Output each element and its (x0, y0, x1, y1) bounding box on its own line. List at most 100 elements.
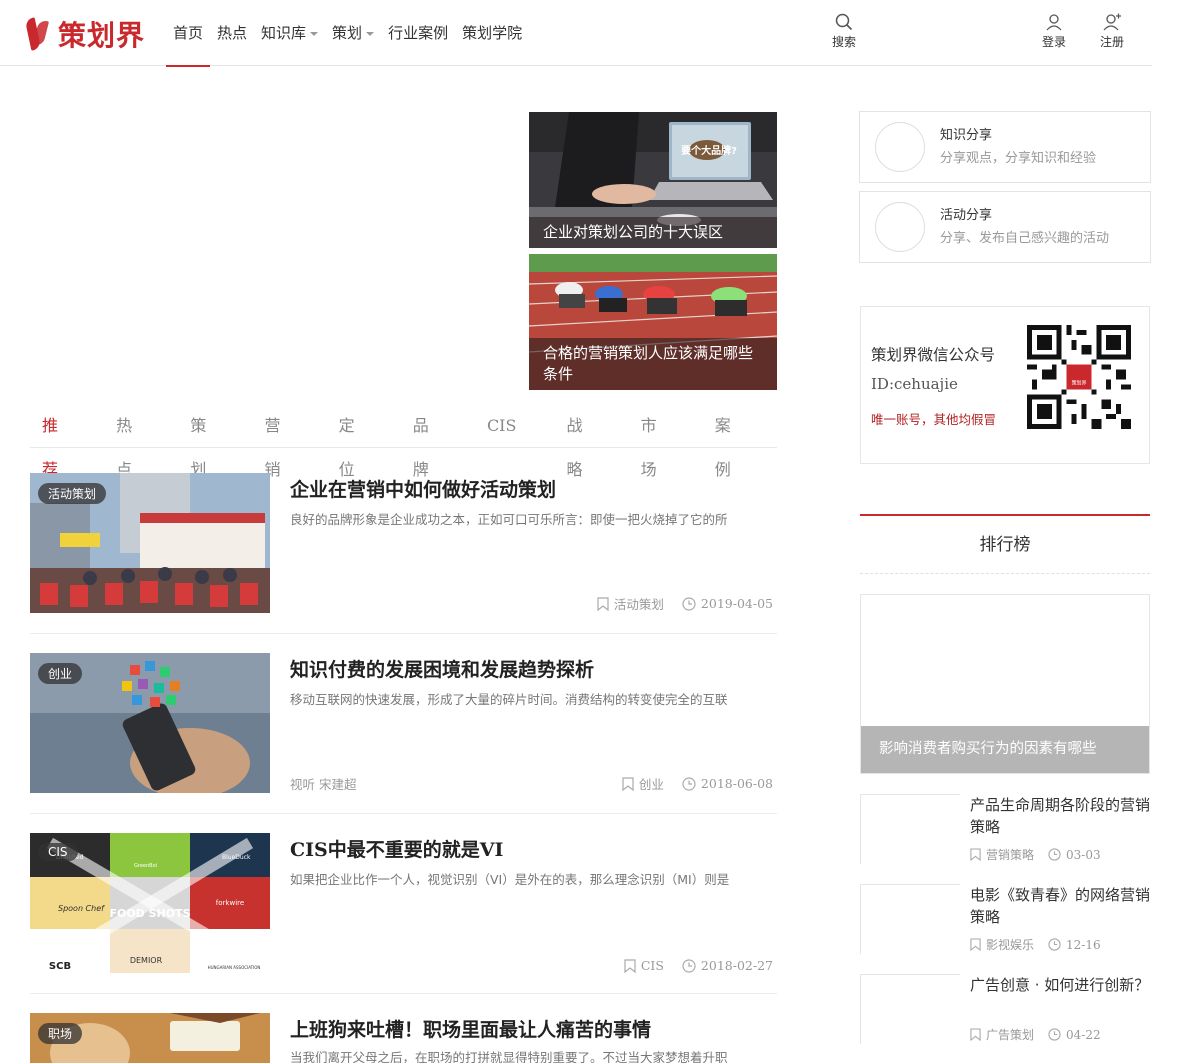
ranking-item[interactable]: 电影《致青春》的网络营销策略 影视娱乐 12-16 (860, 884, 1150, 956)
ranking-thumb[interactable] (860, 794, 960, 864)
logo-mark-icon (24, 16, 50, 52)
bookmark-icon (970, 848, 981, 861)
article-meta: 活动策划 2019-04-05 (597, 594, 773, 613)
site-logo[interactable]: 策划界 (24, 14, 145, 54)
clock-icon (1048, 1028, 1061, 1041)
clock-icon (682, 776, 696, 791)
ranking-thumb[interactable] (860, 884, 960, 954)
bookmark-icon (622, 776, 634, 791)
bookmark-icon (970, 1028, 981, 1041)
tab-strategy[interactable]: 战略 (554, 404, 602, 479)
ranking-item-category[interactable]: 广告策划 (986, 1026, 1034, 1043)
slider-thumb-2[interactable]: 合格的营销策划人应该满足哪些条件 (529, 254, 777, 390)
nav-item-home[interactable]: 首页 (166, 0, 211, 67)
divider (30, 633, 777, 634)
register-button[interactable]: 注册 (1092, 13, 1132, 50)
avatar (875, 122, 925, 172)
ranking-item-category[interactable]: 营销策略 (986, 846, 1034, 863)
search-button[interactable]: 搜索 (824, 13, 864, 50)
clock-icon (1048, 938, 1061, 951)
tab-hot[interactable]: 热点 (104, 404, 152, 479)
article-image[interactable]: DrinkRed GreenBoi BlueDuck Spoon Chef FO… (30, 833, 270, 973)
laptop-screen-text: 要个大品牌? (681, 144, 737, 157)
category-badge[interactable]: CIS (38, 843, 78, 861)
ranking-top-item[interactable]: 影响消费者购买行为的因素有哪些 (860, 594, 1150, 774)
share-desc: 分享、发布自己感兴趣的活动 (940, 231, 1110, 246)
bookmark-icon (970, 938, 981, 951)
ranking-item-title[interactable]: 产品生命周期各阶段的营销策略 (970, 794, 1152, 838)
wechat-note: 唯一账号，其他均假冒 (871, 412, 997, 427)
category-badge[interactable]: 活动策划 (38, 483, 107, 504)
ranking-item[interactable]: 产品生命周期各阶段的营销策略 营销策略 03-03 (860, 794, 1150, 866)
ranking-item-date: 03-03 (1066, 847, 1101, 862)
nav-item-academy[interactable]: 策划学院 (455, 0, 529, 66)
login-label: 登录 (1041, 35, 1066, 49)
event-share-card[interactable]: 活动分享 分享、发布自己感兴趣的活动 (859, 191, 1151, 263)
clock-icon (682, 596, 696, 611)
nav-item-knowledge[interactable]: 知识库 (254, 0, 325, 66)
site-header: 策划界 首页 热点 知识库 策划 行业案例 策划学院 搜索 登录 注册 (0, 0, 1152, 67)
qr-logo-text: 策划界 (1072, 379, 1087, 386)
category-badge[interactable]: 创业 (38, 663, 83, 684)
article-item[interactable]: 创业 知识付费的发展困境和发展趋势探析 移动互联网的快速发展，形成了大量的碎片时… (30, 653, 777, 793)
tab-market[interactable]: 市场 (629, 404, 677, 479)
knowledge-share-card[interactable]: 知识分享 分享观点，分享知识和经验 (859, 111, 1151, 183)
nav-item-hot[interactable]: 热点 (210, 0, 254, 66)
ranking-title: 排行榜 (860, 514, 1150, 574)
ranking-item[interactable]: 广告创意 · 如何进行创新？ 广告策划 04-22 (860, 974, 1150, 1046)
tab-planning[interactable]: 策划 (178, 404, 226, 479)
article-item[interactable]: 活动策划 企业在营销中如何做好活动策划 良好的品牌形象是企业成功之本，正如可口可… (30, 473, 777, 613)
article-image[interactable]: 职场 (30, 1013, 270, 1063)
logo-blueduck-text: BlueDuck (222, 854, 251, 861)
qr-code-icon[interactable]: 策划界 (1027, 325, 1131, 429)
article-image[interactable]: 创业 (30, 653, 270, 793)
caret-down-icon (310, 31, 319, 36)
logo-scb-text: SCB (49, 961, 71, 972)
nav-label: 行业案例 (388, 24, 449, 42)
nav-label: 知识库 (261, 24, 307, 42)
nav-label: 策划学院 (462, 24, 523, 42)
tab-marketing[interactable]: 营销 (252, 404, 300, 479)
logo-forkwire-text: forkwire (216, 899, 244, 907)
article-item[interactable]: 职场 上班狗来吐槽！职场里面最让人痛苦的事情 当我们离开父母之后，在职场的打拼就… (30, 1013, 777, 1063)
nav-label: 首页 (173, 24, 204, 42)
slider-thumb-1[interactable]: 要个大品牌? 企业对策划公司的十大误区 (529, 112, 777, 248)
tab-cis[interactable]: CIS (475, 404, 529, 448)
article-title[interactable]: CIS中最不重要的就是VI (290, 835, 503, 862)
ranking-item-category[interactable]: 影视娱乐 (986, 936, 1034, 953)
article-title[interactable]: 上班狗来吐槽！职场里面最让人痛苦的事情 (290, 1015, 651, 1042)
category-badge[interactable]: 职场 (38, 1023, 83, 1044)
tab-brand[interactable]: 品牌 (401, 404, 449, 479)
tab-positioning[interactable]: 定位 (327, 404, 375, 479)
article-title[interactable]: 企业在营销中如何做好活动策划 (290, 475, 556, 502)
share-title: 知识分享 (940, 128, 993, 143)
article-category[interactable]: 活动策划 (614, 594, 664, 613)
slider-thumb-caption: 合格的营销策划人应该满足哪些条件 (529, 338, 777, 390)
article-item[interactable]: DrinkRed GreenBoi BlueDuck Spoon Chef FO… (30, 833, 777, 973)
tab-recommend[interactable]: 推荐 (30, 404, 78, 479)
slider-thumb-caption: 企业对策划公司的十大误区 (529, 217, 777, 248)
search-icon (835, 13, 853, 31)
nav-item-cases[interactable]: 行业案例 (381, 0, 455, 66)
user-icon (1046, 14, 1062, 31)
article-image[interactable]: 活动策划 (30, 473, 270, 613)
article-meta: 创业 2018-06-08 (622, 774, 773, 793)
tab-cases[interactable]: 案例 (703, 404, 751, 479)
article-category[interactable]: 创业 (639, 774, 664, 793)
login-button[interactable]: 登录 (1034, 13, 1074, 50)
ranking-item-title[interactable]: 广告创意 · 如何进行创新？ (970, 974, 1152, 996)
ranking-item-meta: 影视娱乐 12-16 (970, 936, 1101, 953)
main-slider[interactable] (30, 112, 520, 390)
ranking-top-caption: 影响消费者购买行为的因素有哪些 (861, 726, 1149, 773)
article-date: 2018-02-27 (700, 958, 773, 973)
article-desc: 当我们离开父母之后，在职场的打拼就显得特别重要了。不过当大家梦想着升职 (290, 1050, 728, 1063)
ranking-item-title[interactable]: 电影《致青春》的网络营销策略 (970, 884, 1152, 928)
caret-down-icon (366, 31, 375, 36)
ranking-thumb[interactable] (860, 974, 960, 1044)
ranking-item-date: 12-16 (1066, 937, 1101, 952)
share-desc: 分享观点，分享知识和经验 (940, 151, 1097, 166)
register-label: 注册 (1099, 35, 1124, 49)
article-category[interactable]: CIS (641, 958, 664, 973)
article-title[interactable]: 知识付费的发展困境和发展趋势探析 (290, 655, 594, 682)
nav-item-planning[interactable]: 策划 (325, 0, 381, 66)
